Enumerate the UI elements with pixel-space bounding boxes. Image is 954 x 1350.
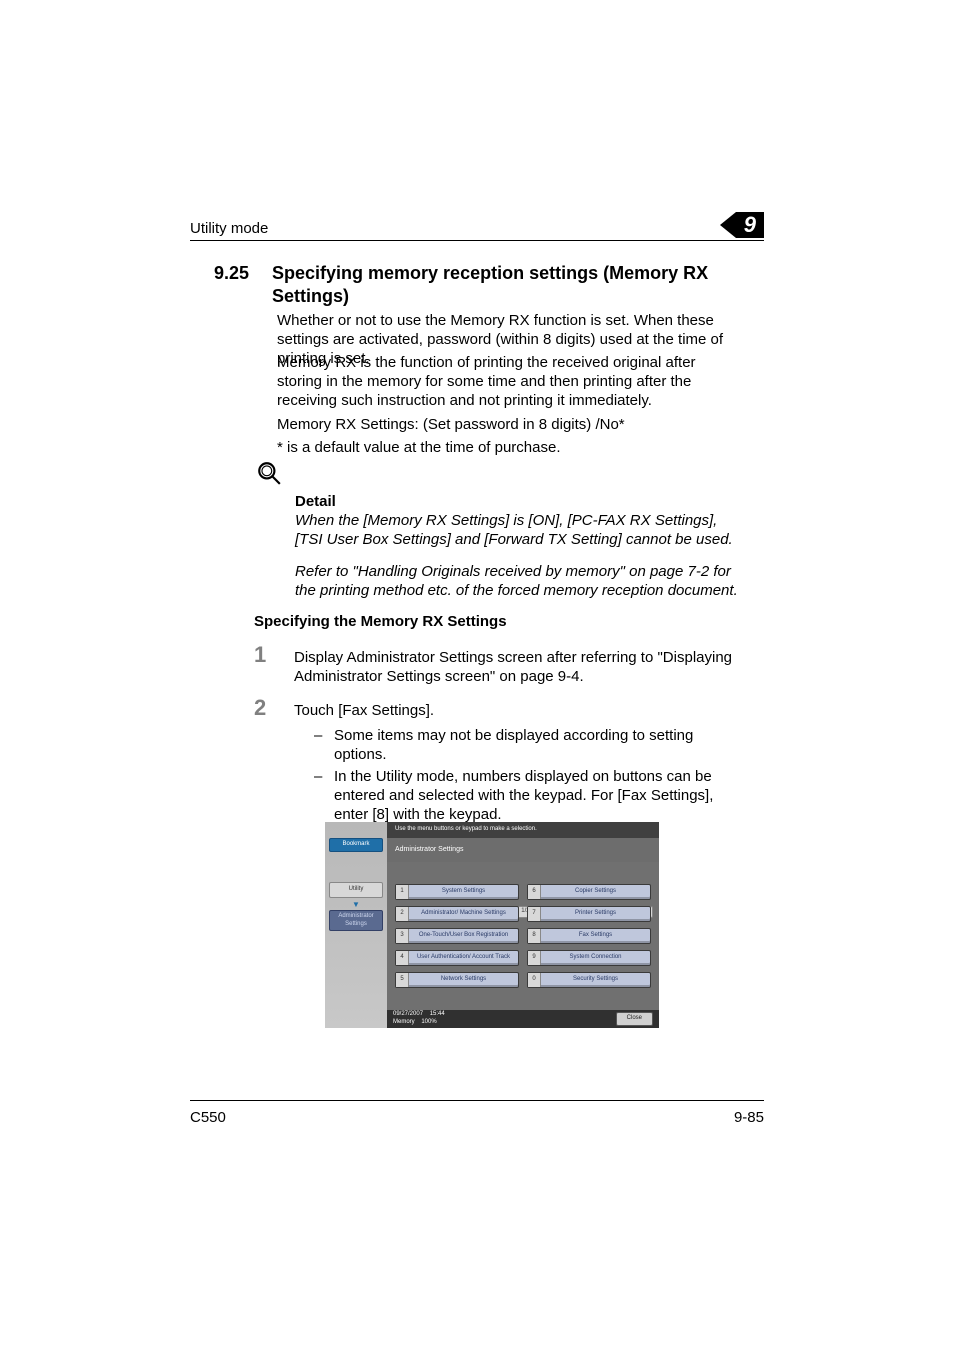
button-number: 4	[396, 951, 409, 965]
footer-right: 9-85	[734, 1108, 764, 1127]
step-2: 2 Touch [Fax Settings]. – Some items may…	[254, 701, 740, 826]
button-number: 7	[528, 907, 541, 921]
admin-machine-settings-button[interactable]: 2 Administrator/ Machine Settings	[395, 906, 519, 922]
detail-block: Detail When the [Memory RX Settings] is …	[295, 492, 740, 600]
chapter-number: 9	[736, 212, 764, 238]
button-label: User Authentication/ Account Track	[413, 954, 518, 962]
footer-left: C550	[190, 1108, 226, 1127]
network-settings-button[interactable]: 5 Network Settings	[395, 972, 519, 988]
one-touch-user-box-button[interactable]: 3 One-Touch/User Box Registration	[395, 928, 519, 944]
touchscreen-figure: Bookmark Utility ▼ Administrator Setting…	[325, 822, 659, 1028]
status-mem: 100%	[421, 1019, 436, 1025]
page-footer: C550 9-85	[190, 1100, 764, 1127]
status-left: 09/27/2007 15:44 Memory 100%	[393, 1011, 445, 1026]
button-label: Fax Settings	[545, 932, 650, 940]
button-number: 2	[396, 907, 409, 921]
status-mem-label: Memory	[393, 1019, 415, 1025]
button-label: System Settings	[413, 888, 518, 896]
paragraph-2: Memory RX is the function of printing th…	[277, 353, 740, 411]
dash-icon: –	[314, 767, 326, 825]
fax-settings-button[interactable]: 8 Fax Settings	[527, 928, 651, 944]
status-date: 09/27/2007	[393, 1011, 423, 1017]
button-label: Security Settings	[545, 976, 650, 984]
button-label: Printer Settings	[545, 910, 650, 918]
section-number: 9.25	[214, 262, 254, 285]
status-time: 15:44	[430, 1011, 445, 1017]
section-title: Specifying memory reception settings (Me…	[272, 262, 740, 308]
printer-settings-button[interactable]: 7 Printer Settings	[527, 906, 651, 922]
ts-breadcrumb-text: Administrator Settings	[395, 846, 463, 855]
dash-icon: –	[314, 726, 326, 764]
system-settings-button[interactable]: 1 System Settings	[395, 884, 519, 900]
button-label: Administrator/ Machine Settings	[413, 910, 518, 918]
running-header: Utility mode 9	[190, 212, 764, 241]
step-2-bullet-2-text: In the Utility mode, numbers displayed o…	[334, 767, 740, 825]
ts-button-grid: 1 System Settings 6 Copier Settings 2 Ad…	[395, 884, 651, 988]
button-label: Network Settings	[413, 976, 518, 984]
step-1: 1 Display Administrator Settings screen …	[254, 648, 740, 686]
button-number: 9	[528, 951, 541, 965]
ts-breadcrumb: Administrator Settings	[387, 838, 659, 862]
security-settings-button[interactable]: 0 Security Settings	[527, 972, 651, 988]
bookmark-tab[interactable]: Bookmark	[329, 838, 383, 852]
step-2-bullets: – Some items may not be displayed accord…	[294, 726, 740, 824]
magnifier-icon	[256, 460, 282, 486]
step-2-number: 2	[254, 697, 274, 826]
ts-instruction-text: Use the menu buttons or keypad to make a…	[395, 826, 537, 834]
button-number: 0	[528, 973, 541, 987]
step-2-text: Touch [Fax Settings].	[294, 702, 434, 719]
detail-text-1: When the [Memory RX Settings] is [ON], […	[295, 511, 740, 549]
ts-status-bar: 09/27/2007 15:44 Memory 100% Close	[387, 1010, 659, 1028]
step-2-bullet-1: – Some items may not be displayed accord…	[314, 726, 740, 764]
button-number: 8	[528, 929, 541, 943]
button-label: One-Touch/User Box Registration	[413, 932, 518, 940]
page: Utility mode 9 9.25 Specifying memory re…	[0, 0, 954, 1350]
chapter-badge: 9	[720, 212, 764, 238]
ts-left-panel: Bookmark Utility ▼ Administrator Setting…	[325, 822, 388, 1028]
button-label: Copier Settings	[545, 888, 650, 896]
running-header-text: Utility mode	[190, 219, 268, 238]
detail-label: Detail	[295, 492, 740, 511]
detail-text-2: Refer to "Handling Originals received by…	[295, 562, 740, 600]
copier-settings-button[interactable]: 6 Copier Settings	[527, 884, 651, 900]
step-1-text: Display Administrator Settings screen af…	[294, 649, 732, 685]
step-2-bullet-2: – In the Utility mode, numbers displayed…	[314, 767, 740, 825]
subheading: Specifying the Memory RX Settings	[254, 612, 740, 631]
paragraph-3: Memory RX Settings: (Set password in 8 d…	[277, 415, 740, 434]
system-connection-button[interactable]: 9 System Connection	[527, 950, 651, 966]
step-2-bullet-1-text: Some items may not be displayed accordin…	[334, 726, 740, 764]
button-number: 6	[528, 885, 541, 899]
down-arrow-icon: ▼	[325, 900, 387, 910]
button-number: 1	[396, 885, 409, 899]
button-number: 5	[396, 973, 409, 987]
ts-instruction-bar: Use the menu buttons or keypad to make a…	[387, 822, 659, 838]
user-auth-account-track-button[interactable]: 4 User Authentication/ Account Track	[395, 950, 519, 966]
close-button[interactable]: Close	[616, 1012, 653, 1026]
section-heading: 9.25 Specifying memory reception setting…	[214, 262, 740, 308]
ts-main-area: 1/2 ↑ ← Back For- ward → ↓ 1 System Sett…	[387, 862, 659, 1010]
step-1-number: 1	[254, 644, 274, 686]
utility-button[interactable]: Utility	[329, 882, 383, 898]
button-label: System Connection	[545, 954, 650, 962]
admin-settings-button[interactable]: Administrator Settings	[329, 910, 383, 931]
button-number: 3	[396, 929, 409, 943]
paragraph-4: * is a default value at the time of purc…	[277, 438, 740, 457]
chapter-badge-triangle-icon	[720, 212, 736, 238]
